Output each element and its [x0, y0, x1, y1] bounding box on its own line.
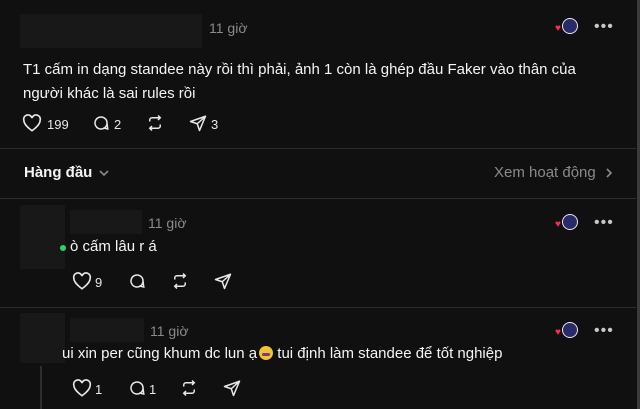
reply1-divider	[0, 307, 636, 308]
comment-icon	[94, 116, 109, 130]
reply1-avatar-redacted	[20, 205, 65, 269]
comment-icon	[130, 274, 145, 288]
reply2-like-count: 1	[95, 382, 103, 397]
reply1-comment-button[interactable]	[128, 272, 146, 290]
send-icon	[214, 273, 232, 290]
post-comment-count: 2	[114, 117, 122, 132]
heart-icon	[72, 272, 92, 290]
reply1-share-button[interactable]	[214, 272, 232, 290]
reply2-text: ui xin per cũng khum dc lun ạ tui định l…	[62, 342, 502, 366]
heart-icon	[72, 379, 92, 397]
repost-icon	[173, 272, 187, 290]
view-activity-link[interactable]: Xem hoạt động	[494, 164, 614, 181]
reply2-thread-line	[40, 366, 42, 409]
reply2-more-icon[interactable]: •••	[594, 323, 614, 339]
heart-icon	[22, 114, 42, 132]
reply1-time: 11 giờ	[148, 215, 187, 231]
like-badge-icon	[562, 18, 578, 34]
reply1-repost-button[interactable]	[171, 272, 189, 290]
like-badge-icon	[562, 214, 578, 230]
heart-mini-icon: ♥	[555, 327, 561, 338]
reply1-author-redacted	[70, 210, 142, 234]
reply1-like-badge: ♥	[555, 214, 581, 232]
sort-dropdown[interactable]: Hàng đầu	[24, 164, 110, 181]
post-like-button[interactable]	[22, 114, 42, 132]
crying-emoji-icon	[259, 346, 274, 360]
reply2-share-button[interactable]	[223, 379, 241, 397]
post-like-count: 199	[47, 117, 69, 132]
heart-mini-icon: ♥	[555, 219, 561, 230]
post-share-count: 3	[211, 117, 219, 132]
send-icon	[189, 115, 207, 132]
reply2-like-button[interactable]	[72, 379, 92, 397]
repost-icon	[148, 114, 162, 132]
reply2-comment-button[interactable]	[128, 379, 146, 397]
reply2-like-badge: ♥	[555, 322, 581, 340]
sort-divider	[0, 198, 636, 199]
like-badge-icon	[562, 322, 578, 338]
reply2-comment-count: 1	[149, 382, 157, 397]
chevron-down-icon	[99, 169, 109, 176]
post-share-button[interactable]	[189, 114, 207, 132]
post-divider	[0, 148, 636, 149]
chevron-right-icon	[606, 167, 612, 178]
reply1-like-count: 9	[95, 275, 103, 290]
reply1-more-icon[interactable]: •••	[594, 215, 614, 231]
post-like-badge: ♥	[555, 18, 581, 36]
repost-icon	[182, 379, 196, 397]
post-time: 11 giờ	[209, 20, 248, 36]
post-text: T1 cấm in dạng standee này rồi thì phải,…	[23, 61, 576, 102]
reply2-repost-button[interactable]	[180, 379, 198, 397]
reply2-time: 11 giờ	[150, 323, 189, 339]
post-more-icon[interactable]: •••	[594, 19, 614, 35]
send-icon	[223, 380, 241, 397]
reply1-text: ò cấm lâu r á	[70, 238, 157, 255]
reply2-text-part2: tui định làm standee để tốt nghiệp	[273, 345, 503, 362]
view-activity-label: Xem hoạt động	[494, 164, 596, 181]
sort-label: Hàng đầu	[24, 164, 93, 181]
reply2-author-redacted	[70, 318, 144, 342]
reply2-text-part1: ui xin per cũng khum dc lun ạ	[62, 345, 258, 362]
post-author-redacted	[20, 14, 202, 48]
post-repost-button[interactable]	[146, 114, 164, 132]
comment-icon	[130, 381, 145, 395]
post-comment-button[interactable]	[92, 114, 110, 132]
reply2-avatar-redacted	[20, 313, 65, 363]
reply1-online-indicator	[60, 245, 66, 251]
reply1-like-button[interactable]	[72, 272, 92, 290]
heart-mini-icon: ♥	[555, 23, 561, 34]
